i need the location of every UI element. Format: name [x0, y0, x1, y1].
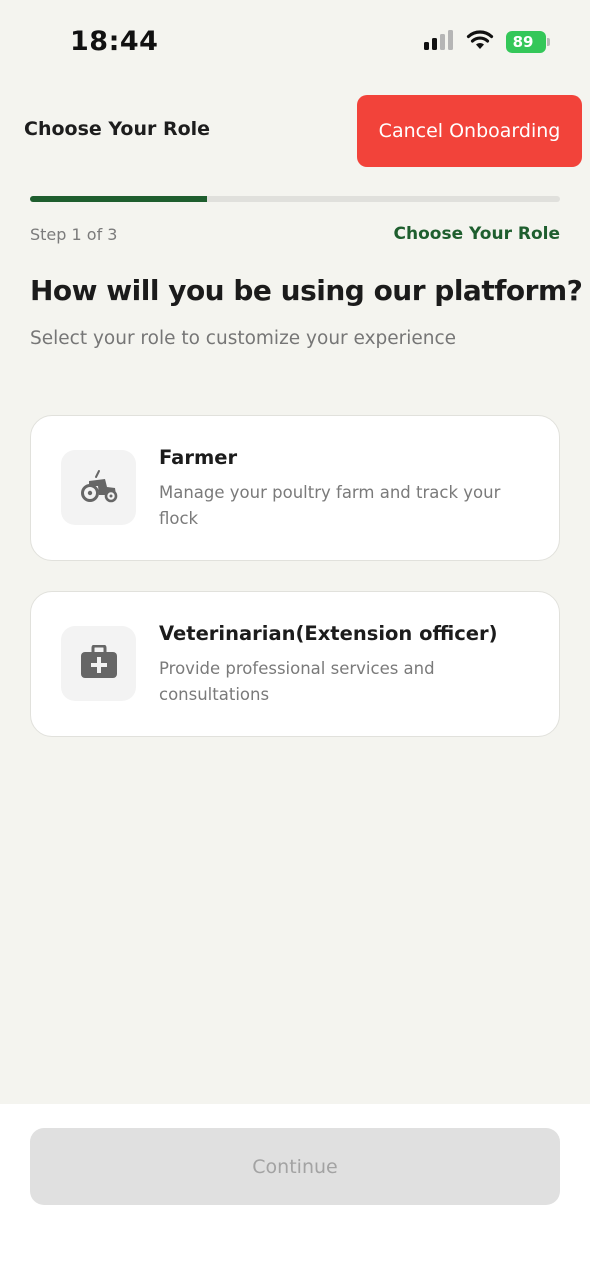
- step-counter: Step 1 of 3: [30, 225, 118, 244]
- role-icon-box: [61, 626, 136, 701]
- cancel-onboarding-button[interactable]: Cancel Onboarding: [357, 95, 582, 167]
- medical-kit-icon: [80, 644, 118, 683]
- status-time: 18:44: [70, 26, 159, 57]
- header-title: Choose Your Role: [24, 118, 211, 140]
- battery-level: 89: [512, 33, 534, 51]
- tractor-icon: [79, 469, 119, 507]
- page-title: How will you be using our platform?: [30, 274, 583, 307]
- progress-bar: [30, 196, 560, 202]
- role-card-veterinarian[interactable]: Veterinarian(Extension officer) Provide …: [30, 591, 560, 737]
- page-subtitle: Select your role to customize your exper…: [30, 328, 457, 349]
- cellular-signal-icon: [424, 30, 454, 54]
- role-description: Provide professional services and consul…: [159, 659, 435, 704]
- continue-button[interactable]: Continue: [30, 1128, 560, 1205]
- wifi-icon: [466, 30, 494, 54]
- role-title: Farmer: [159, 446, 238, 469]
- role-title: Veterinarian(Extension officer): [159, 622, 498, 645]
- bottom-action-bar: Continue: [0, 1104, 590, 1280]
- role-icon-box: [61, 450, 136, 525]
- step-name: Choose Your Role: [393, 224, 560, 244]
- battery-charging-icon: 89: [506, 31, 550, 53]
- onboarding-screen: 18:44 89 Choose Your Role Cancel Onboard…: [0, 0, 590, 1280]
- role-description: Manage your poultry farm and track your …: [159, 483, 501, 528]
- progress-fill: [30, 196, 207, 202]
- role-card-farmer[interactable]: Farmer Manage your poultry farm and trac…: [30, 415, 560, 561]
- status-icons: 89: [424, 30, 550, 54]
